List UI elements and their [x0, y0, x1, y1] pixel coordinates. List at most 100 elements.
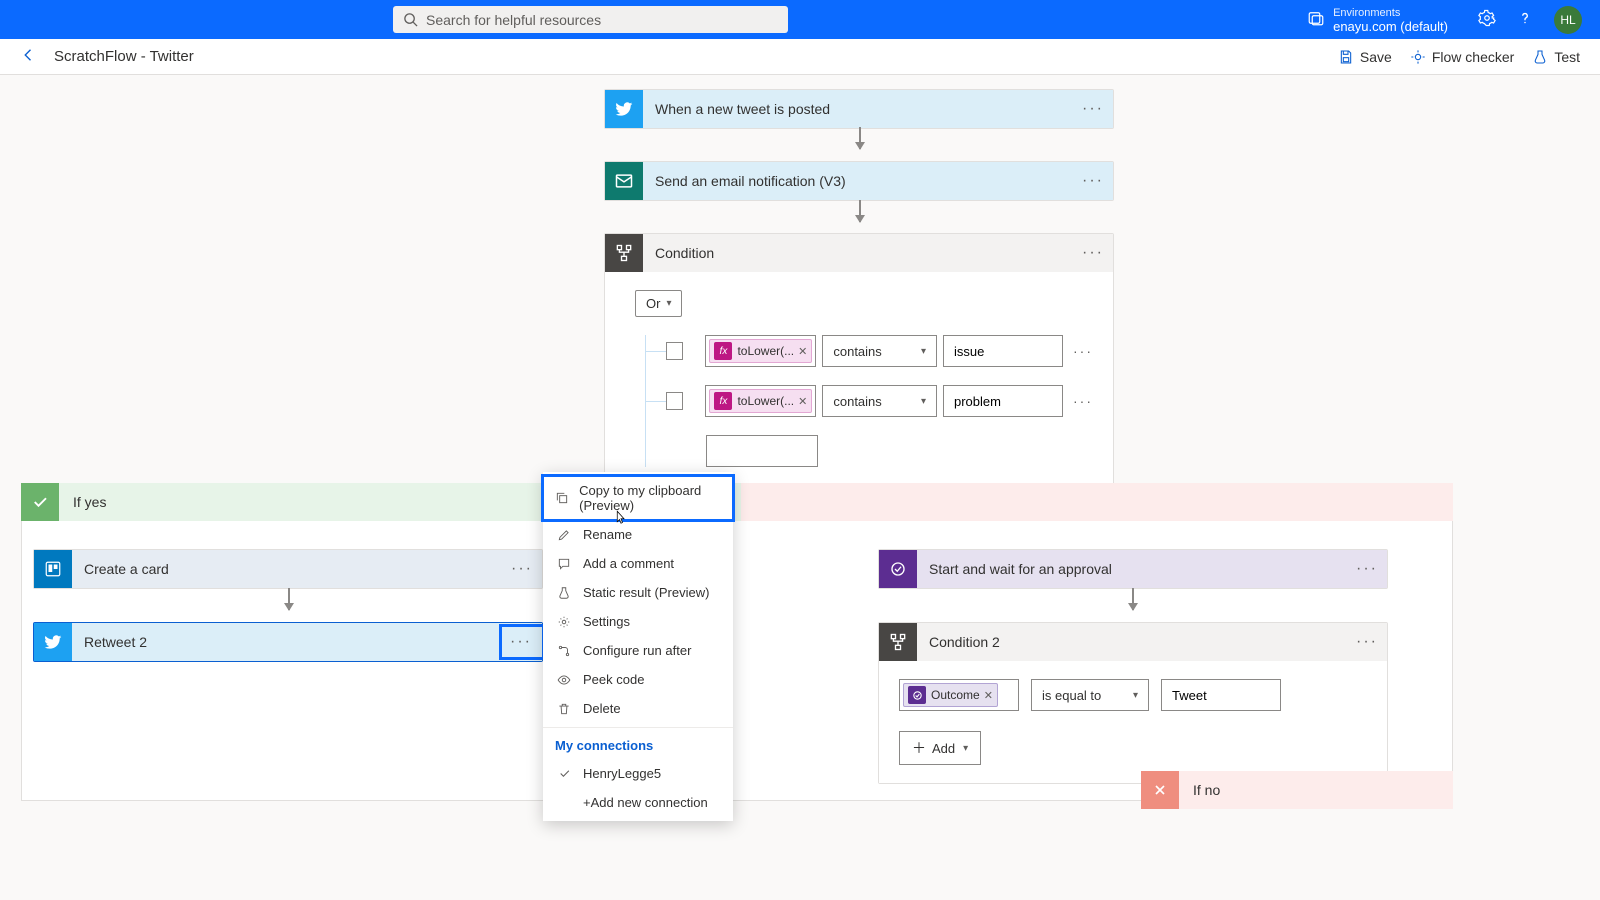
- condition-row-1: fx toLower(... ✕ contains ▾ ···: [666, 335, 1093, 367]
- operand-left[interactable]: fx toLower(... ✕: [705, 335, 816, 367]
- avatar[interactable]: HL: [1554, 6, 1582, 34]
- condition-group-operator[interactable]: Or ▾: [635, 290, 682, 317]
- gear-icon: [555, 615, 573, 629]
- ctx-runafter[interactable]: Configure run after: [543, 636, 733, 665]
- ctx-settings[interactable]: Settings: [543, 607, 733, 636]
- step-create-card[interactable]: Create a card ···: [33, 549, 543, 589]
- search-input[interactable]: Search for helpful resources: [393, 6, 788, 33]
- trello-icon: [34, 550, 72, 588]
- branch-if-no[interactable]: If no: [1141, 771, 1453, 809]
- command-bar: ScratchFlow - Twitter Save Flow checker …: [0, 39, 1600, 75]
- step-create-card-menu[interactable]: ···: [502, 560, 542, 578]
- close-icon: [1141, 771, 1179, 809]
- ctx-rename[interactable]: Rename: [543, 520, 733, 549]
- step-condition-menu[interactable]: ···: [1073, 244, 1113, 262]
- chevron-down-icon: ▾: [963, 743, 968, 754]
- step-approval-title: Start and wait for an approval: [917, 561, 1347, 577]
- test-label: Test: [1554, 49, 1580, 65]
- environment-value: enayu.com (default): [1333, 20, 1448, 34]
- fx-icon: fx: [714, 392, 732, 410]
- expression-token[interactable]: fx toLower(... ✕: [709, 339, 812, 363]
- operand-empty[interactable]: [706, 435, 818, 467]
- fx-icon: fx: [714, 342, 732, 360]
- step-retweet-title: Retweet 2: [72, 634, 502, 650]
- operand-left[interactable]: fx toLower(... ✕: [705, 385, 816, 417]
- remove-token-icon[interactable]: ✕: [798, 345, 807, 358]
- comment-icon: [555, 557, 573, 571]
- test-button[interactable]: Test: [1532, 49, 1580, 65]
- flask-icon: [555, 586, 573, 600]
- branch-yes-label: If yes: [59, 494, 106, 510]
- page-title: ScratchFlow - Twitter: [54, 48, 194, 65]
- top-app-bar: Search for helpful resources Environment…: [0, 0, 1600, 39]
- copy-icon: [555, 491, 569, 505]
- step-condition2-title: Condition 2: [917, 634, 1347, 650]
- step-condition2[interactable]: Condition 2 ··· Outcome ✕ is equal to ▾: [878, 622, 1388, 784]
- row-checkbox[interactable]: [666, 342, 683, 360]
- add-condition-row[interactable]: ＋ Add ▾: [899, 731, 981, 765]
- ctx-connection[interactable]: HenryLegge5: [543, 759, 733, 788]
- step-email-title: Send an email notification (V3): [643, 173, 1073, 189]
- environment-picker[interactable]: Environments enayu.com (default): [1307, 6, 1448, 34]
- row-menu[interactable]: ···: [1073, 393, 1093, 409]
- operand-left[interactable]: Outcome ✕: [899, 679, 1019, 711]
- twitter-icon: [34, 623, 72, 661]
- step-condition-title: Condition: [643, 245, 1073, 261]
- chevron-down-icon: ▾: [921, 396, 926, 407]
- condition-icon: [605, 234, 643, 272]
- back-icon[interactable]: [20, 46, 38, 67]
- expression-token[interactable]: fx toLower(... ✕: [709, 389, 812, 413]
- ctx-delete[interactable]: Delete: [543, 694, 733, 723]
- search-icon: [403, 12, 418, 27]
- operand-right[interactable]: [1161, 679, 1281, 711]
- group-op-label: Or: [646, 296, 660, 311]
- plus-icon: ＋: [912, 738, 926, 758]
- operator-select[interactable]: is equal to ▾: [1031, 679, 1149, 711]
- condition-icon: [879, 623, 917, 661]
- operand-right[interactable]: [943, 335, 1063, 367]
- operand-right[interactable]: [943, 385, 1063, 417]
- step-trigger-menu[interactable]: ···: [1073, 100, 1113, 118]
- step-trigger-title: When a new tweet is posted: [643, 101, 1073, 117]
- environment-icon: [1307, 9, 1325, 30]
- check-icon: [555, 767, 573, 780]
- operator-select[interactable]: contains ▾: [822, 385, 937, 417]
- step-trigger[interactable]: When a new tweet is posted ···: [604, 89, 1114, 129]
- branch-no-strip: [741, 483, 1453, 521]
- step-retweet-menu[interactable]: ···: [502, 627, 542, 657]
- ctx-comment[interactable]: Add a comment: [543, 549, 733, 578]
- flow-icon: [555, 644, 573, 658]
- row-checkbox[interactable]: [666, 392, 683, 410]
- save-button[interactable]: Save: [1338, 49, 1392, 65]
- step-retweet[interactable]: Retweet 2 ···: [33, 622, 543, 662]
- trash-icon: [555, 702, 573, 716]
- approval-icon: [879, 550, 917, 588]
- context-menu: Copy to my clipboard (Preview) Rename Ad…: [543, 472, 733, 821]
- step-email-menu[interactable]: ···: [1073, 172, 1113, 190]
- step-email[interactable]: Send an email notification (V3) ···: [604, 161, 1114, 201]
- step-create-card-title: Create a card: [72, 561, 502, 577]
- operator-select[interactable]: contains ▾: [822, 335, 937, 367]
- eye-icon: [555, 673, 573, 687]
- ctx-static[interactable]: Static result (Preview): [543, 578, 733, 607]
- ctx-add-connection[interactable]: +Add new connection: [543, 788, 733, 817]
- ctx-peek[interactable]: Peek code: [543, 665, 733, 694]
- flow-checker-label: Flow checker: [1432, 49, 1514, 65]
- remove-token-icon[interactable]: ✕: [984, 689, 993, 702]
- flow-checker-button[interactable]: Flow checker: [1410, 49, 1514, 65]
- help-icon[interactable]: [1516, 9, 1534, 30]
- step-approval[interactable]: Start and wait for an approval ···: [878, 549, 1388, 589]
- flow-canvas: When a new tweet is posted ··· Send an e…: [0, 75, 1600, 900]
- gear-icon[interactable]: [1478, 9, 1496, 30]
- chevron-down-icon: ▾: [666, 298, 671, 309]
- step-condition2-menu[interactable]: ···: [1347, 633, 1387, 651]
- search-placeholder: Search for helpful resources: [426, 12, 601, 28]
- check-icon: [21, 483, 59, 521]
- chevron-down-icon: ▾: [1133, 690, 1138, 701]
- remove-token-icon[interactable]: ✕: [798, 395, 807, 408]
- outcome-token[interactable]: Outcome ✕: [903, 683, 998, 707]
- step-approval-menu[interactable]: ···: [1347, 560, 1387, 578]
- row-menu[interactable]: ···: [1073, 343, 1093, 359]
- ctx-copy[interactable]: Copy to my clipboard (Preview): [543, 476, 733, 520]
- environment-label: Environments: [1333, 6, 1448, 20]
